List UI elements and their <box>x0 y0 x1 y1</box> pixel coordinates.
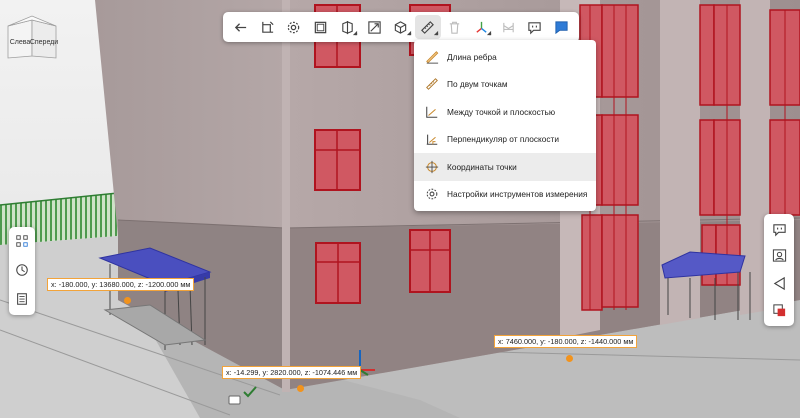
settings-button[interactable] <box>281 15 307 39</box>
menu-item-perpendicular[interactable]: Перпендикуляр от плоскости <box>414 126 596 154</box>
comment-icon <box>528 21 541 34</box>
trash-icon <box>449 21 460 34</box>
menu-item-measure-settings[interactable]: Настройки инструментов измерения <box>414 181 596 209</box>
color-button[interactable] <box>768 299 790 321</box>
view-cube-face-left[interactable]: Слева <box>8 32 32 52</box>
edge-length-icon <box>424 49 439 64</box>
chat-bubble-icon <box>555 20 568 34</box>
delete-button[interactable] <box>442 15 468 39</box>
coordinate-label-3: x: -14.299, y: 2820.000, z: -1074.446 мм <box>222 366 362 379</box>
left-tool-panel <box>9 227 35 315</box>
perpendicular-icon <box>424 132 439 147</box>
menu-item-label: Длина ребра <box>447 51 497 62</box>
coordinate-point-2[interactable] <box>566 355 573 362</box>
level-icon <box>502 22 514 32</box>
color-swatch-icon <box>772 303 785 316</box>
levels-button[interactable] <box>495 15 521 39</box>
navigation-button[interactable] <box>768 272 790 294</box>
section-plane-button[interactable] <box>335 15 361 39</box>
coordinate-point-3[interactable] <box>297 385 304 392</box>
user-card-icon <box>772 248 786 262</box>
crop-icon <box>261 20 274 33</box>
fit-view-button[interactable] <box>361 15 387 39</box>
properties-button[interactable] <box>12 289 32 309</box>
triangle-left-icon <box>773 276 785 290</box>
menu-item-label: Между точкой и плоскостью <box>447 106 556 117</box>
fit-view-icon <box>368 20 381 34</box>
comment-button[interactable] <box>522 15 548 39</box>
user-view-button[interactable] <box>768 244 790 266</box>
history-button[interactable] <box>12 260 32 280</box>
top-toolbar <box>223 12 579 42</box>
comment-icon <box>772 223 786 236</box>
view-cube[interactable]: Слева Спереди <box>4 14 60 62</box>
section-box-button[interactable] <box>308 15 334 39</box>
document-list-icon <box>17 293 27 305</box>
menu-item-label: Настройки инструментов измерения <box>447 189 588 200</box>
back-button[interactable] <box>228 15 254 39</box>
menu-item-point-coordinates[interactable]: Координаты точки <box>414 153 596 181</box>
menu-item-label: Перпендикуляр от плоскости <box>447 134 559 145</box>
menu-item-label: Координаты точки <box>447 161 517 172</box>
3d-viewport[interactable] <box>0 0 800 418</box>
crop-button[interactable] <box>254 15 280 39</box>
menu-item-edge-length[interactable]: Длина ребра <box>414 43 596 71</box>
model-view-button[interactable] <box>388 15 414 39</box>
two-points-icon <box>424 77 439 92</box>
building-model <box>0 0 800 418</box>
model-tree-button[interactable] <box>12 231 32 251</box>
coordinate-point-1[interactable] <box>124 297 131 304</box>
point-coordinates-icon <box>424 159 439 174</box>
settings-gear-icon <box>288 21 300 33</box>
hierarchy-icon <box>16 235 28 247</box>
clock-icon <box>16 264 28 276</box>
back-arrow-icon <box>234 22 246 32</box>
measure-tools-menu: Длина ребра По двум точкам Между точкой … <box>414 40 596 211</box>
measure-settings-icon <box>424 187 439 202</box>
point-plane-icon <box>424 104 439 119</box>
coordinate-label-1: x: -180.000, y: 13680.000, z: -1200.000 … <box>47 278 195 291</box>
menu-item-point-plane[interactable]: Между точкой и плоскостью <box>414 98 596 126</box>
coordinate-label-2: x: 7460.000, y: -180.000, z: -1440.000 м… <box>494 335 638 348</box>
view-cube-face-front[interactable]: Спереди <box>30 32 58 52</box>
menu-item-label: По двум точкам <box>447 79 508 90</box>
section-box-icon <box>314 21 327 33</box>
right-tool-panel <box>764 214 794 326</box>
measure-button[interactable] <box>414 15 441 39</box>
axes-button[interactable] <box>468 15 494 39</box>
comments-panel-button[interactable] <box>768 218 790 240</box>
menu-item-two-points[interactable]: По двум точкам <box>414 71 596 99</box>
chat-button[interactable] <box>549 15 575 39</box>
